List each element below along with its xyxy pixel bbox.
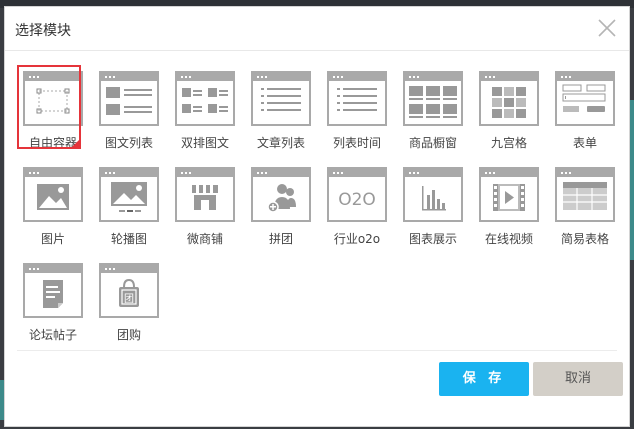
- selected-corner-marker: [70, 138, 81, 149]
- module-carousel[interactable]: 轮播图: [97, 167, 161, 253]
- module-label: 微商铺: [186, 232, 223, 246]
- o2o-icon: O2O: [327, 167, 387, 222]
- module-label: 简易表格: [560, 232, 609, 246]
- free-container-icon: [23, 71, 83, 126]
- module-label: 表单: [572, 136, 597, 150]
- module-label: 商品橱窗: [408, 136, 457, 150]
- micro-shop-icon: [175, 167, 235, 222]
- module-forum-post[interactable]: 论坛帖子: [21, 263, 85, 349]
- module-label: 九宫格: [490, 136, 527, 150]
- module-image-text-list[interactable]: 图文列表: [97, 71, 161, 157]
- forum-post-icon: [23, 263, 83, 318]
- module-label: 在线视频: [484, 232, 533, 246]
- double-image-text-icon: [175, 71, 235, 126]
- module-label: 文章列表: [256, 136, 305, 150]
- module-simple-table[interactable]: 简易表格: [553, 167, 617, 253]
- module-label: 团购: [116, 328, 141, 342]
- video-icon: [479, 167, 539, 222]
- module-double-image-text[interactable]: 双排图文: [173, 71, 237, 157]
- module-label: 论坛帖子: [28, 328, 77, 342]
- module-label: 轮播图: [110, 232, 147, 246]
- list-time-icon: [327, 71, 387, 126]
- module-label: 双排图文: [180, 136, 229, 150]
- save-button[interactable]: 保 存: [439, 362, 529, 396]
- group-purchase-icon: 团: [99, 263, 159, 318]
- module-product-showcase[interactable]: 商品橱窗: [401, 71, 465, 157]
- group-buy-icon: [251, 167, 311, 222]
- module-micro-shop[interactable]: 微商铺: [173, 167, 237, 253]
- product-showcase-icon: [403, 71, 463, 126]
- module-article-list[interactable]: 文章列表: [249, 71, 313, 157]
- carousel-icon: [99, 167, 159, 222]
- module-label: 图片: [40, 232, 65, 246]
- o2o-icon-text: O2O: [338, 190, 376, 210]
- simple-table-icon: [555, 167, 615, 222]
- module-label: 自由容器: [28, 136, 77, 150]
- module-o2o[interactable]: O2O 行业o2o: [325, 167, 389, 253]
- module-label: 列表时间: [332, 136, 381, 150]
- module-label: 图表展示: [408, 232, 457, 246]
- module-chart-display[interactable]: 图表展示: [401, 167, 465, 253]
- footer-divider: [17, 350, 617, 351]
- module-label: 图文列表: [104, 136, 153, 150]
- module-label: 拼团: [268, 232, 293, 246]
- dialog-title: 选择模块: [15, 23, 71, 39]
- module-video[interactable]: 在线视频: [477, 167, 541, 253]
- form-icon: [555, 71, 615, 126]
- nine-grid-icon: [479, 71, 539, 126]
- article-list-icon: [251, 71, 311, 126]
- module-form[interactable]: 表单: [553, 71, 617, 157]
- module-group-purchase[interactable]: 团 团购: [97, 263, 161, 349]
- close-button[interactable]: [596, 17, 618, 39]
- chart-display-icon: [403, 167, 463, 222]
- image-text-list-icon: [99, 71, 159, 126]
- dialog-header: 选择模块: [5, 7, 629, 51]
- cancel-button[interactable]: 取消: [533, 362, 623, 396]
- module-list-time[interactable]: 列表时间: [325, 71, 389, 157]
- module-nine-grid[interactable]: 九宫格: [477, 71, 541, 157]
- picture-icon: [23, 167, 83, 222]
- select-module-dialog: 选择模块 自由容器 图文列表 双排图文 文章列表 列表时间 商品橱窗 九宫格 表…: [4, 6, 630, 427]
- module-label: 行业o2o: [333, 232, 381, 246]
- module-group-buy[interactable]: 拼团: [249, 167, 313, 253]
- close-icon: [598, 19, 616, 37]
- group-purchase-icon-text: 团: [124, 293, 134, 305]
- module-picture[interactable]: 图片: [21, 167, 85, 253]
